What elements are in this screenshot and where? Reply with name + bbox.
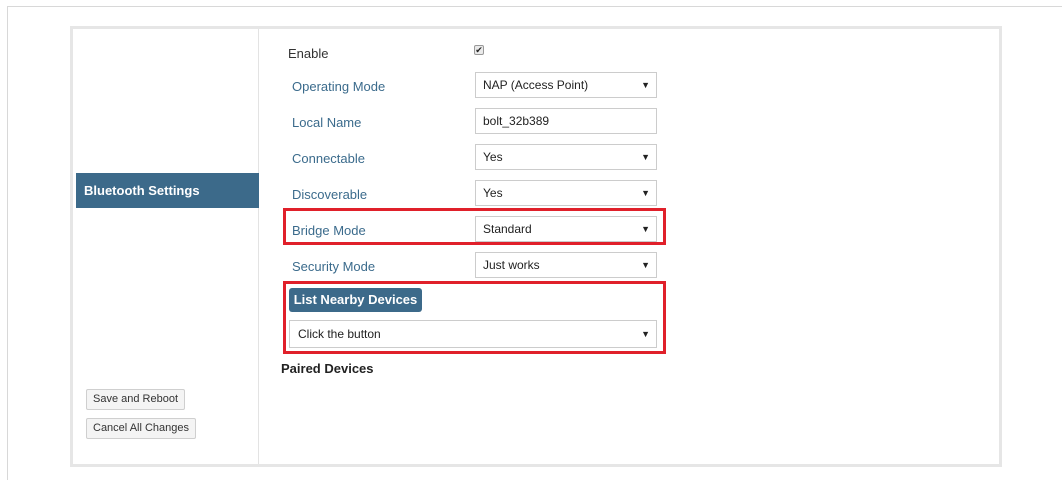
local-name-input[interactable]: bolt_32b389 [475, 108, 657, 134]
bridge-mode-value: Standard [483, 222, 532, 236]
chevron-down-icon: ▼ [641, 152, 650, 162]
paired-devices-title: Paired Devices [281, 361, 374, 376]
connectable-value: Yes [483, 150, 503, 164]
sidebar-item-bluetooth-settings[interactable]: Bluetooth Settings [76, 173, 259, 208]
local-name-label: Local Name [292, 115, 362, 130]
chevron-down-icon: ▼ [641, 224, 650, 234]
save-and-reboot-button[interactable]: Save and Reboot [86, 389, 186, 410]
bridge-mode-label: Bridge Mode [292, 223, 366, 238]
connectable-label: Connectable [292, 151, 365, 166]
operating-mode-label: Operating Mode [292, 79, 386, 94]
security-mode-value: Just works [483, 258, 540, 272]
discoverable-select[interactable]: Yes ▼ [475, 180, 657, 206]
discoverable-label: Discoverable [292, 187, 368, 202]
bridge-mode-select[interactable]: Standard ▼ [475, 216, 657, 242]
connectable-select[interactable]: Yes ▼ [475, 144, 657, 170]
chevron-down-icon: ▼ [641, 80, 650, 90]
operating-mode-select[interactable]: NAP (Access Point) ▼ [475, 72, 657, 98]
cancel-all-changes-button[interactable]: Cancel All Changes [86, 418, 197, 439]
chevron-down-icon: ▼ [641, 260, 650, 270]
operating-mode-value: NAP (Access Point) [483, 78, 589, 92]
chevron-down-icon: ▼ [641, 329, 650, 339]
nearby-devices-select[interactable]: Click the button ▼ [289, 320, 657, 348]
check-icon: ✔ [475, 45, 483, 55]
security-mode-select[interactable]: Just works ▼ [475, 252, 657, 278]
discoverable-value: Yes [483, 186, 503, 200]
list-nearby-devices-button[interactable]: List Nearby Devices [289, 288, 422, 312]
enable-label: Enable [288, 46, 329, 61]
security-mode-label: Security Mode [292, 259, 376, 274]
nearby-devices-value: Click the button [298, 327, 381, 341]
enable-checkbox[interactable]: ✔ [474, 45, 484, 55]
chevron-down-icon: ▼ [641, 188, 650, 198]
